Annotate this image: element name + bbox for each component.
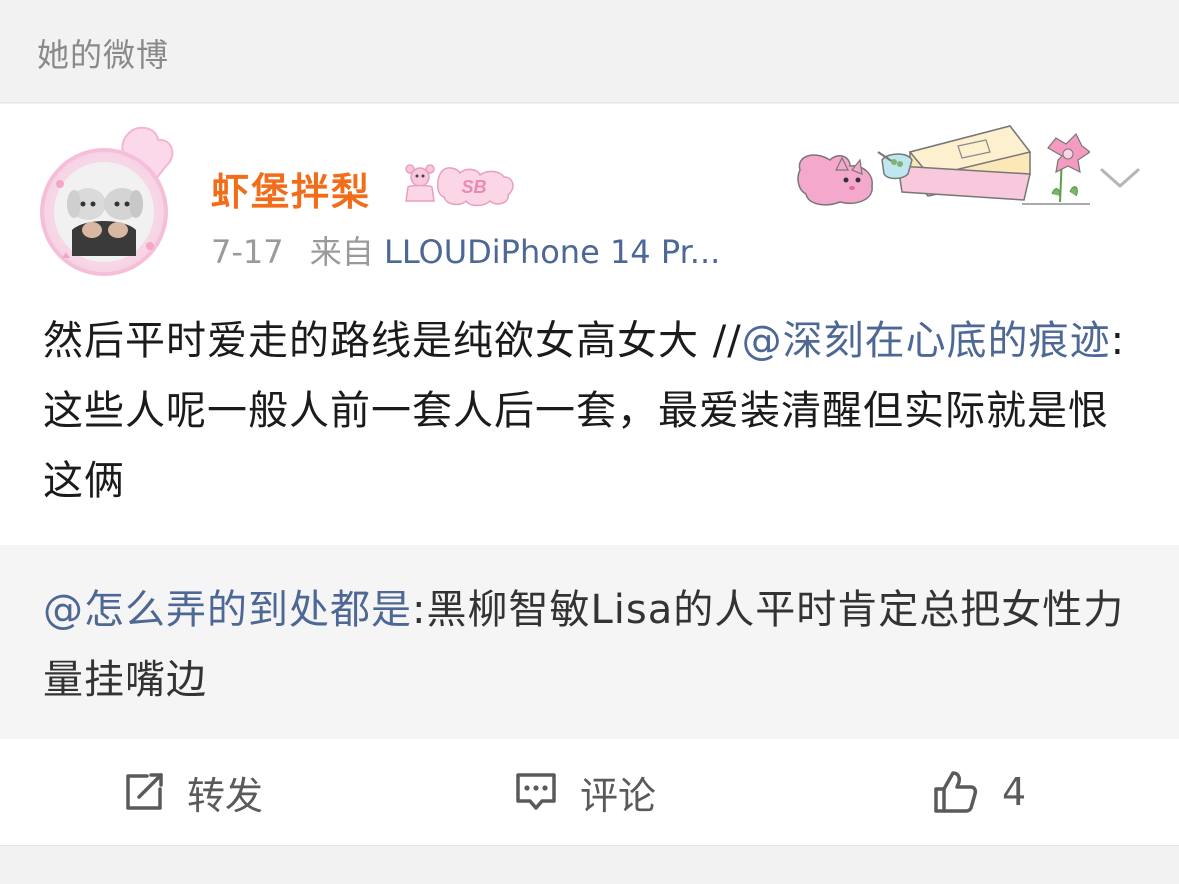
user-badge-label: SB [461,177,486,197]
mention-link[interactable]: @深刻在心底的痕迹 [742,318,1111,364]
post-date: 7-17 [211,233,284,271]
section-header: 她的微博 [0,0,1179,103]
retweet-text: @怎么弄的到处都是:黑柳智敏Lisa的人平时肯定总把女性力量挂嘴边 [43,575,1143,715]
action-bar: 转发 评论 4 [0,739,1179,845]
chevron-down-icon[interactable] [1098,162,1142,192]
retweet-mention-link[interactable]: @怎么弄的到处都是 [43,587,412,633]
comment-label: 评论 [580,773,657,818]
repost-button[interactable]: 转发 [123,769,263,818]
post-text: 然后平时爱走的路线是纯欲女高女大 //@深刻在心底的痕迹:这些人呢一般人前一套人… [43,306,1143,516]
username[interactable]: 虾堡拌梨 [211,161,371,216]
section-title: 她的微博 [37,36,170,74]
like-count: 4 [1002,770,1027,814]
comment-button[interactable]: 评论 [514,769,656,818]
comment-icon [516,773,556,810]
post-source-link[interactable]: LLOUDiPhone 14 Pr... [384,233,720,271]
post-meta: 7-17 来自 LLOUDiPhone 14 Pr... [211,227,720,273]
avatar[interactable] [32,126,174,278]
like-button[interactable]: 4 [932,769,1026,815]
retweet-box[interactable]: @怎么弄的到处都是:黑柳智敏Lisa的人平时肯定总把女性力量挂嘴边 [0,545,1179,739]
repost-label: 转发 [187,773,264,818]
thumbs-up-icon [934,771,978,813]
repost-icon [126,773,163,810]
bottom-strip [0,845,1179,884]
weibo-post-card[interactable]: 虾堡拌梨 SB 7-17 来自 LLOUDiPhone 14 Pr... 然后平… [0,104,1179,845]
source-prefix: 来自 [309,233,374,271]
post-text-part1: 然后平时爱走的路线是纯欲女高女大 // [43,318,742,364]
card-decoration [797,125,1090,206]
user-badge-icon[interactable]: SB [400,161,518,209]
